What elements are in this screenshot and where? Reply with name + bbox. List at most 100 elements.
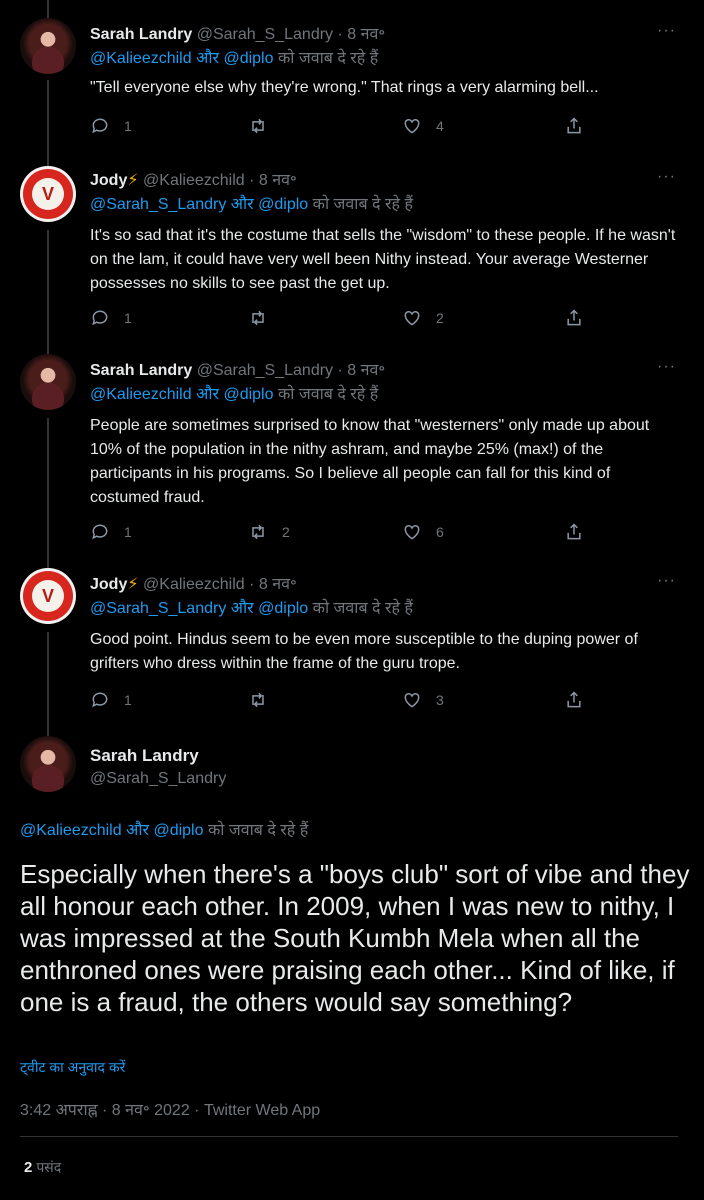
tweet-header: Jody⚡ @Kalieezchild · 8 नव॰ (90, 572, 297, 594)
author-handle[interactable]: @Kalieezchild (143, 576, 245, 593)
separator-dot: · (249, 172, 255, 189)
reply-suffix: को जवाब दे रहे हैं (277, 50, 379, 67)
tweet-time[interactable]: 8 नव॰ (259, 172, 297, 189)
reply-user-link[interactable]: @diplo (258, 196, 308, 213)
like-icon (404, 118, 420, 134)
reply-to: @Sarah_S_Landry और @diplo को जवाब दे रहे… (90, 596, 413, 618)
author-handle[interactable]: @Sarah_S_Landry (197, 26, 333, 43)
avatar[interactable]: V (20, 166, 76, 222)
tweet[interactable]: Sarah Landry @Sarah_S_Landry · 8 नव॰ ···… (0, 354, 704, 554)
share-button[interactable] (564, 522, 584, 542)
more-icon[interactable]: ··· (657, 168, 676, 186)
reply-button[interactable]: 1 (90, 308, 132, 328)
reply-to: @Kalieezchild और @diplo को जवाब दे रहे ह… (20, 818, 308, 840)
tweet-actions: 1 2 (90, 308, 610, 332)
reply-and[interactable]: और (231, 600, 254, 617)
tweet-actions: 1 2 6 (90, 522, 610, 546)
author-name[interactable]: Jody (90, 576, 127, 593)
avatar-mark: V (41, 586, 54, 606)
tweet-text: Especially when there's a "boys club" so… (20, 859, 690, 1017)
reply-user-link[interactable]: @Kalieezchild (90, 386, 192, 403)
reply-and[interactable]: और (196, 386, 219, 403)
tweet[interactable]: V Jody⚡ @Kalieezchild · 8 नव॰ ··· @Sarah… (0, 166, 704, 336)
separator-dot: · (337, 26, 343, 43)
like-count: 4 (436, 118, 444, 134)
more-icon[interactable]: ··· (657, 358, 676, 376)
share-button[interactable] (564, 116, 584, 136)
reply-count: 1 (124, 524, 132, 540)
reply-user-link[interactable]: @Kalieezchild (20, 822, 122, 839)
tweet-time[interactable]: 8 नव॰ (259, 576, 297, 593)
tweet-time[interactable]: 8 नव॰ (347, 362, 385, 379)
reply-icon (92, 310, 108, 326)
reply-icon (92, 118, 108, 134)
separator-dot: · (249, 576, 255, 593)
reply-user-link[interactable]: @Sarah_S_Landry (90, 196, 226, 213)
tweet-header: Jody⚡ @Kalieezchild · 8 नव॰ (90, 168, 297, 190)
likes-summary[interactable]: 2 पसंद (24, 1158, 61, 1177)
retweet-icon (252, 524, 264, 540)
author-name[interactable]: Jody (90, 172, 127, 189)
like-icon (404, 692, 420, 708)
tweet-header: Sarah Landry @Sarah_S_Landry · 8 नव॰ (90, 358, 385, 380)
reply-user-link[interactable]: @diplo (223, 50, 273, 67)
tweet-actions: 1 3 (90, 690, 610, 714)
author-name[interactable]: Sarah Landry (90, 26, 192, 43)
reply-to: @Sarah_S_Landry और @diplo को जवाब दे रहे… (90, 192, 413, 214)
like-button[interactable]: 3 (402, 690, 444, 710)
reply-and[interactable]: और (231, 196, 254, 213)
tweet-timestamp[interactable]: 3:42 अपराह्न · 8 नव॰ 2022 · Twitter Web … (20, 1098, 320, 1120)
share-icon (567, 117, 581, 134)
more-icon[interactable]: ··· (657, 22, 676, 40)
avatar[interactable] (20, 736, 76, 792)
author-handle[interactable]: @Kalieezchild (143, 172, 245, 189)
avatar-mark: V (41, 184, 54, 204)
tweet[interactable]: V Jody⚡ @Kalieezchild · 8 नव॰ ··· @Sarah… (0, 568, 704, 718)
like-count: 2 (436, 310, 444, 326)
tweet-time[interactable]: 8 नव॰ (347, 26, 385, 43)
reply-user-link[interactable]: @diplo (153, 822, 203, 839)
reply-user-link[interactable]: @diplo (258, 600, 308, 617)
like-button[interactable]: 2 (402, 308, 444, 328)
retweet-count: 2 (282, 524, 290, 540)
tweet-header: Sarah Landry @Sarah_S_Landry · 8 नव॰ (90, 22, 385, 44)
share-button[interactable] (564, 308, 584, 328)
reply-count: 1 (124, 118, 132, 134)
reply-user-link[interactable]: @Kalieezchild (90, 50, 192, 67)
focused-tweet: Sarah Landry @Sarah_S_Landry @Kalieezchi… (0, 736, 704, 1200)
tweet[interactable]: Sarah Landry @Sarah_S_Landry · 8 नव॰ ···… (0, 18, 704, 143)
like-button[interactable]: 6 (402, 522, 444, 542)
translate-link[interactable]: ट्वीट का अनुवाद करें (20, 1058, 125, 1077)
reply-and[interactable]: और (126, 822, 149, 839)
like-count: 6 (436, 524, 444, 540)
share-icon (567, 309, 581, 326)
avatar[interactable] (20, 354, 76, 410)
share-button[interactable] (564, 690, 584, 710)
author-name[interactable]: Sarah Landry (90, 746, 199, 766)
like-icon (404, 524, 420, 540)
more-icon[interactable]: ··· (657, 572, 676, 590)
avatar[interactable]: V (20, 568, 76, 624)
reply-user-link[interactable]: @Sarah_S_Landry (90, 600, 226, 617)
author-handle[interactable]: @Sarah_S_Landry (197, 362, 333, 379)
author-handle[interactable]: @Sarah_S_Landry (90, 770, 226, 788)
share-icon (567, 691, 581, 708)
retweet-button[interactable] (248, 690, 282, 710)
separator-dot: · (337, 362, 343, 379)
retweet-button[interactable] (248, 308, 282, 328)
like-count: 3 (436, 692, 444, 708)
reply-button[interactable]: 1 (90, 522, 132, 542)
reply-button[interactable]: 1 (90, 116, 132, 136)
retweet-button[interactable]: 2 (248, 522, 290, 542)
author-name[interactable]: Sarah Landry (90, 362, 192, 379)
reply-count: 1 (124, 692, 132, 708)
likes-label: पसंद (36, 1159, 62, 1175)
retweet-button[interactable] (248, 116, 282, 136)
like-button[interactable]: 4 (402, 116, 444, 136)
reply-user-link[interactable]: @diplo (223, 386, 273, 403)
thread-line (47, 0, 49, 18)
avatar[interactable] (20, 18, 76, 74)
reply-and[interactable]: और (196, 50, 219, 67)
likes-count: 2 (24, 1159, 33, 1176)
reply-button[interactable]: 1 (90, 690, 132, 710)
